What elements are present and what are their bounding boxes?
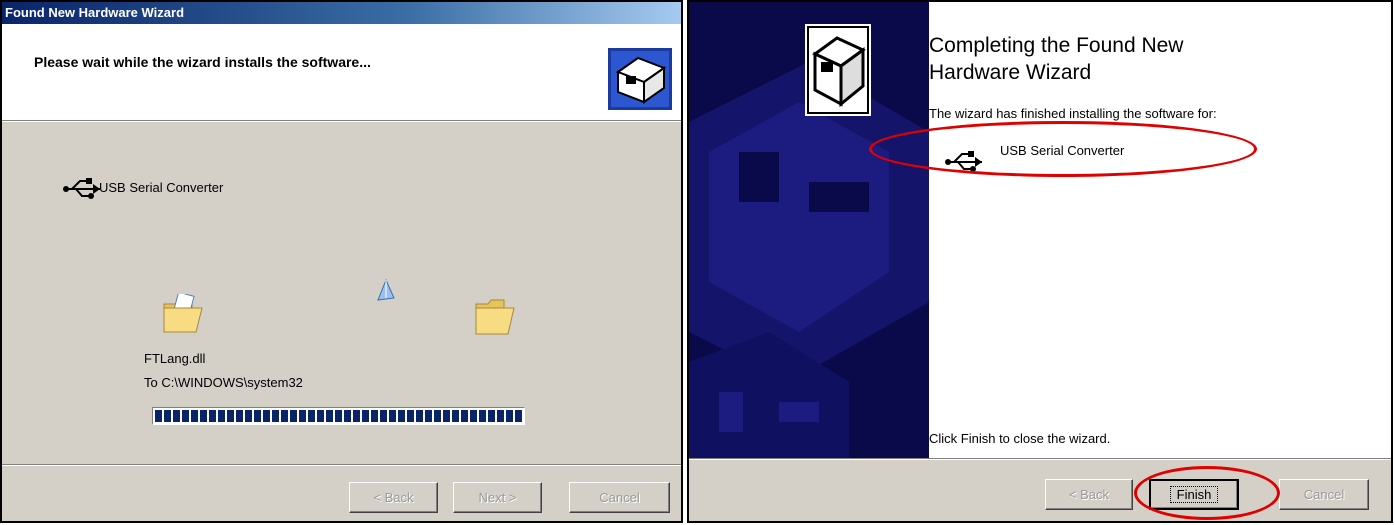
device-name: USB Serial Converter <box>99 180 224 195</box>
completing-dialog: Completing the Found New Hardware Wizard… <box>687 0 1393 523</box>
title-line-2: Hardware Wizard <box>929 61 1092 84</box>
dialog-header: Please wait while the wizard installs th… <box>2 24 681 120</box>
finished-text: The wizard has finished installing the s… <box>929 106 1217 121</box>
file-destination: To C:\WINDOWS\system32 <box>144 375 303 390</box>
back-button[interactable]: < Back <box>349 482 438 513</box>
progress-fill <box>155 410 522 422</box>
footer-divider <box>689 458 1391 460</box>
usb-icon <box>63 178 100 199</box>
finish-highlight-ellipse <box>1134 466 1280 520</box>
window-title: Found New Hardware Wizard <box>2 2 681 24</box>
footer-divider <box>2 464 681 466</box>
wizard-sidebar-graphic <box>689 2 929 458</box>
paper-icon <box>377 278 395 301</box>
back-button[interactable]: < Back <box>1045 479 1133 510</box>
cancel-button[interactable]: Cancel <box>569 482 670 513</box>
folder-open-icon <box>163 294 203 333</box>
page-title: Completing the Found New Hardware Wizard <box>929 32 1183 86</box>
progress-bar <box>152 407 525 425</box>
hardware-wizard-icon <box>608 48 672 110</box>
device-highlight-ellipse <box>869 121 1257 177</box>
file-name: FTLang.dll <box>144 351 206 366</box>
close-instruction: Click Finish to close the wizard. <box>929 431 1111 446</box>
installing-dialog: Found New Hardware Wizard Please wait wh… <box>0 0 683 523</box>
cancel-button[interactable]: Cancel <box>1279 479 1369 510</box>
hardware-wizard-icon <box>805 24 871 116</box>
header-text: Please wait while the wizard installs th… <box>34 54 371 70</box>
next-button[interactable]: Next > <box>453 482 542 513</box>
title-line-1: Completing the Found New <box>929 34 1184 57</box>
folder-icon <box>475 299 515 335</box>
header-divider <box>2 120 681 122</box>
